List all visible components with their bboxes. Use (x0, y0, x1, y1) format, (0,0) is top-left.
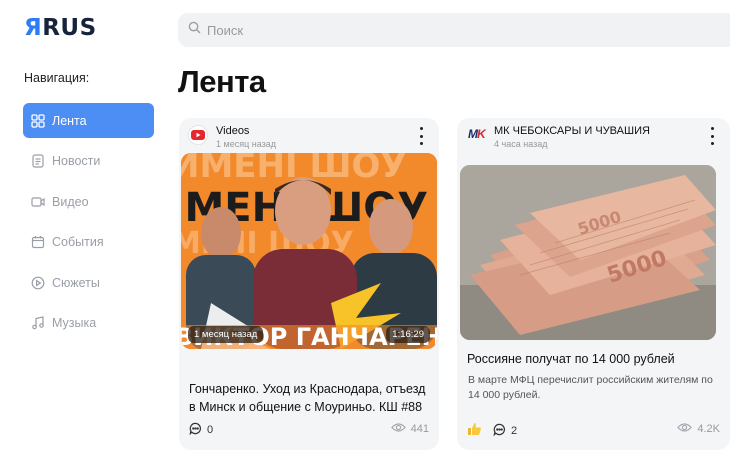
logo[interactable]: ЯRUS (24, 15, 97, 41)
document-icon (31, 154, 45, 168)
banknotes-illustration: 5000 5000 (460, 165, 716, 340)
video-icon (31, 195, 45, 209)
page-title: Лента (178, 64, 266, 99)
music-note-icon (31, 316, 45, 330)
feed-card-news[interactable]: MK МК ЧЕБОКСАРЫ И ЧУВАШИЯ 4 часа назад 5… (457, 118, 730, 450)
mk-logo-icon: MK (468, 127, 486, 141)
calendar-icon (31, 235, 45, 249)
views-count: 4.2K (697, 423, 720, 435)
card-description: В марте МФЦ перечислит российским жителя… (468, 374, 713, 401)
comment-icon (189, 422, 202, 438)
nav-item-news[interactable]: Новости (23, 144, 154, 179)
nav-item-stories[interactable]: Сюжеты (23, 265, 154, 300)
thumbnail-date-badge: 1 месяц назад (188, 326, 264, 343)
comments-counter[interactable]: 2 (467, 422, 517, 439)
more-options-icon[interactable] (416, 127, 426, 145)
video-thumbnail[interactable]: ИМЕНІ ШОУ ИМЕНІ ШОУ МЕНІ ШОУ ВИКТОР ГАНЧ… (181, 153, 437, 349)
card-title[interactable]: Гончаренко. Уход из Краснодара, отъезд в… (189, 380, 429, 416)
nav-item-label: Новости (52, 154, 101, 168)
nav-item-events[interactable]: События (23, 225, 154, 260)
nav-item-music[interactable]: Музыка (23, 306, 154, 341)
eye-icon (677, 422, 693, 436)
card-header: MK МК ЧЕБОКСАРЫ И ЧУВАШИЯ 4 часа назад (466, 125, 721, 155)
comment-icon (493, 423, 506, 439)
search-bar[interactable] (178, 13, 730, 47)
sidebar-nav: Лента Новости Видео События Сюжеты Музык… (23, 103, 154, 346)
card-footer: 2 4.2K (467, 422, 720, 438)
grid-icon (31, 113, 45, 128)
search-input[interactable] (207, 22, 607, 38)
nav-item-label: Музыка (52, 316, 97, 330)
logo-part-rus: RUS (42, 15, 97, 41)
play-circle-icon (31, 276, 45, 290)
search-icon (188, 21, 201, 39)
views-counter: 4.2K (677, 422, 720, 436)
nav-item-label: Видео (52, 194, 89, 209)
logo-part-ya: Я (24, 15, 43, 41)
news-image[interactable]: 5000 5000 (460, 165, 716, 340)
nav-item-label: События (52, 235, 104, 249)
views-count: 441 (410, 423, 429, 435)
card-header: Videos 1 месяц назад (188, 125, 430, 155)
nav-item-video[interactable]: Видео (23, 184, 154, 219)
card-source[interactable]: Videos (216, 125, 249, 137)
card-time: 4 часа назад (494, 139, 548, 149)
card-footer: 0 441 (189, 422, 429, 438)
thumbnail-illustration: ИМЕНІ ШОУ ИМЕНІ ШОУ МЕНІ ШОУ ВИКТОР ГАНЧ… (181, 153, 437, 349)
duration-badge: 1:16:29 (386, 326, 430, 343)
card-time: 1 месяц назад (216, 139, 276, 149)
feed-card-video[interactable]: Videos 1 месяц назад ИМЕНІ ШОУ ИМЕНІ ШОУ… (179, 118, 439, 450)
comments-count: 0 (207, 424, 214, 436)
card-title[interactable]: Россияне получат по 14 000 рублей (467, 350, 720, 368)
more-options-icon[interactable] (707, 127, 717, 145)
nav-item-feed[interactable]: Лента (23, 103, 154, 138)
thumbs-up-icon[interactable] (467, 422, 482, 439)
comments-counter[interactable]: 0 (189, 422, 213, 438)
comments-count: 2 (511, 424, 518, 437)
views-counter: 441 (390, 422, 429, 436)
youtube-icon (188, 125, 208, 145)
eye-icon (390, 422, 406, 436)
nav-item-label: Сюжеты (52, 275, 100, 290)
card-source[interactable]: МК ЧЕБОКСАРЫ И ЧУВАШИЯ (494, 125, 650, 137)
nav-item-label: Лента (52, 113, 87, 128)
navigation-label: Навигация: (24, 71, 90, 85)
